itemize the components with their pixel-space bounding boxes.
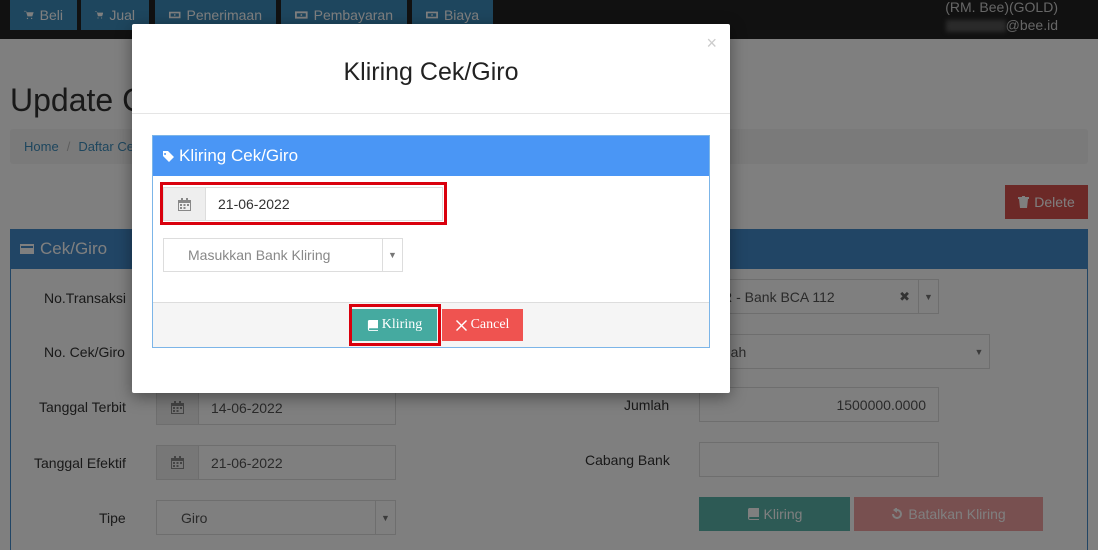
bank-kliring-select[interactable]: Masukkan Bank Kliring ▼ — [163, 238, 403, 272]
close-icon[interactable]: × — [706, 33, 717, 54]
tag-icon — [163, 150, 174, 162]
form-panel-title: Kliring Cek/Giro — [179, 146, 299, 165]
modal-title: Kliring Cek/Giro — [343, 58, 519, 86]
modal-cancel-button[interactable]: Cancel — [442, 309, 523, 341]
highlight-kliring — [349, 304, 441, 346]
kliring-modal: Kliring Cek/Giro × Kliring Cek/Giro 21-0… — [132, 24, 730, 393]
close-icon — [455, 319, 467, 331]
highlight-date — [160, 182, 447, 225]
chevron-down-icon: ▼ — [382, 239, 402, 271]
